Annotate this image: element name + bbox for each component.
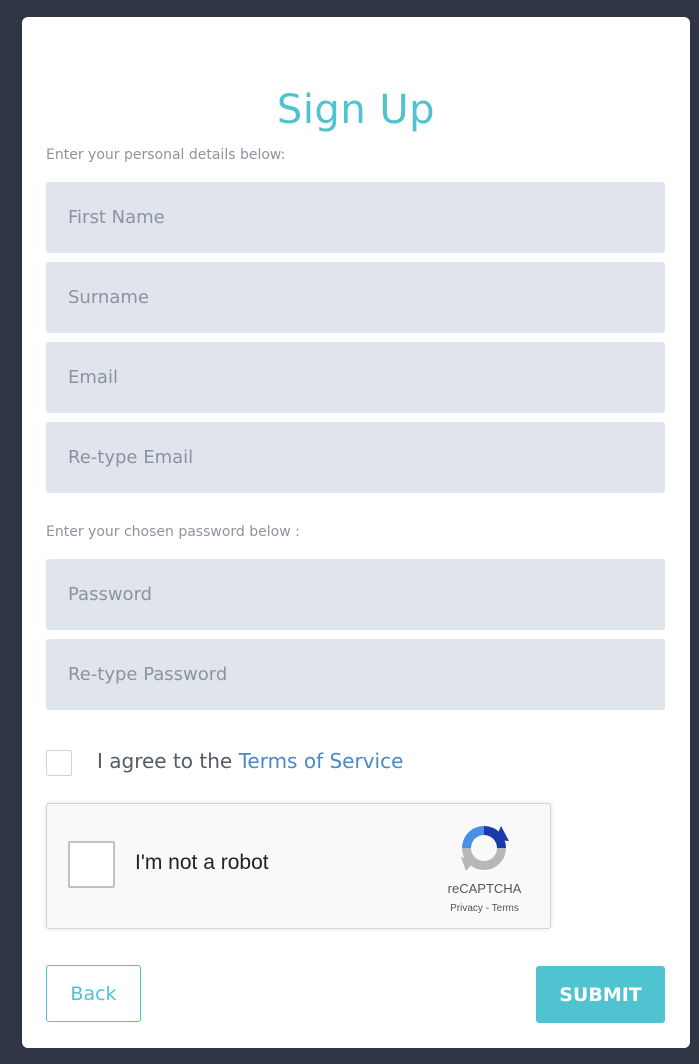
retype-password-input[interactable] bbox=[46, 639, 665, 710]
recaptcha-label: I'm not a robot bbox=[135, 851, 269, 874]
password-input[interactable] bbox=[46, 559, 665, 630]
personal-details-label: Enter your personal details below: bbox=[46, 147, 286, 163]
recaptcha-links: Privacy - Terms bbox=[427, 903, 542, 914]
recaptcha-links-separator: - bbox=[482, 903, 492, 914]
page-title: Sign Up bbox=[276, 87, 436, 133]
surname-input[interactable] bbox=[46, 262, 665, 333]
recaptcha-checkbox[interactable] bbox=[68, 841, 115, 888]
terms-of-service-link[interactable]: Terms of Service bbox=[239, 749, 404, 773]
recaptcha-logo-icon bbox=[461, 826, 509, 871]
signup-card: Sign Up Enter your personal details belo… bbox=[22, 17, 690, 1048]
terms-checkbox[interactable] bbox=[46, 750, 72, 776]
back-button[interactable]: Back bbox=[46, 965, 141, 1022]
retype-email-input[interactable] bbox=[46, 422, 665, 493]
recaptcha-widget: I'm not a robot reCAPTCHA Privacy - Term… bbox=[46, 803, 551, 929]
recaptcha-terms-link[interactable]: Terms bbox=[492, 903, 519, 914]
terms-prefix: I agree to the bbox=[97, 749, 239, 773]
terms-agreement: I agree to the Terms of Service bbox=[97, 749, 403, 773]
recaptcha-privacy-link[interactable]: Privacy bbox=[450, 903, 483, 914]
email-input[interactable] bbox=[46, 342, 665, 413]
password-label: Enter your chosen password below : bbox=[46, 524, 300, 540]
first-name-input[interactable] bbox=[46, 182, 665, 253]
recaptcha-brand: reCAPTCHA bbox=[447, 881, 522, 896]
submit-button[interactable]: SUBMIT bbox=[536, 966, 665, 1023]
